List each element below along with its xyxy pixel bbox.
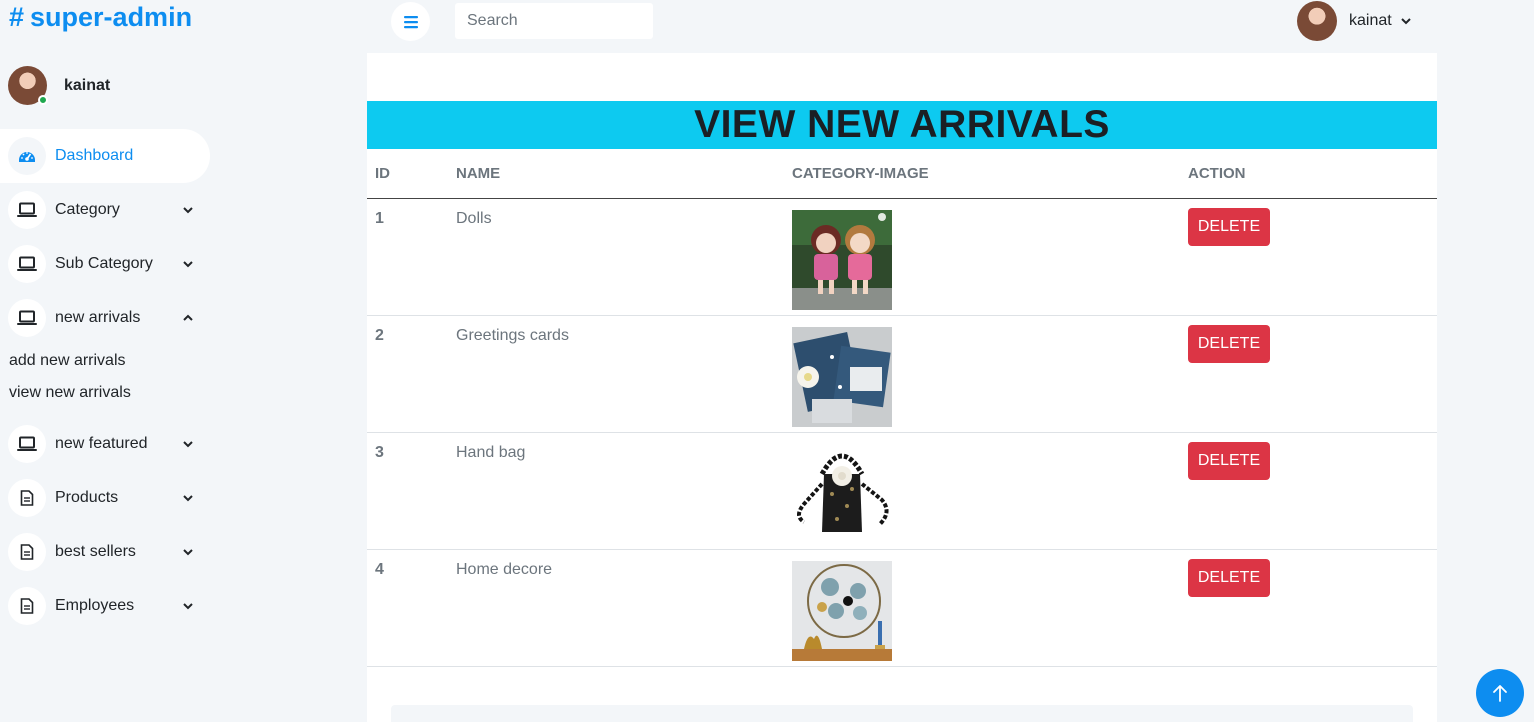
sidebar-item-products[interactable]: Products — [0, 471, 210, 525]
document-icon — [8, 479, 46, 517]
arrow-up-icon — [1493, 685, 1507, 702]
laptop-icon — [8, 191, 46, 229]
cell-action: DELETE — [1180, 432, 1437, 550]
cell-id: 3 — [367, 432, 448, 550]
chevron-down-icon — [1400, 18, 1411, 25]
back-to-top-button[interactable] — [1476, 669, 1524, 717]
online-status-dot — [38, 95, 48, 105]
cell-id: 2 — [367, 315, 448, 433]
sidebar-item-label: Sub Category — [55, 255, 153, 272]
laptop-icon — [8, 299, 46, 337]
hamburger-icon — [403, 15, 418, 28]
sidebar-item-new-arrivals[interactable]: new arrivals — [0, 291, 210, 345]
column-header-name[interactable]: NAME — [448, 149, 784, 199]
cell-name: Hand bag — [448, 432, 784, 550]
avatar — [8, 66, 48, 105]
new-arrivals-table: ID NAME CATEGORY-IMAGE ACTION 1 Dolls DE… — [367, 149, 1437, 667]
cell-id: 1 — [367, 198, 448, 316]
delete-button[interactable]: DELETE — [1188, 324, 1270, 363]
user-menu-name: kainat — [1349, 12, 1392, 29]
page-title: VIEW NEW ARRIVALS — [367, 101, 1437, 149]
sidebar-subitem-view-new-arrivals[interactable]: view new arrivals — [9, 377, 234, 409]
brand-logo[interactable]: # super-admin — [9, 2, 192, 33]
delete-button[interactable]: DELETE — [1188, 207, 1270, 246]
sidebar-item-new-featured[interactable]: new featured — [0, 417, 210, 471]
column-header-category-image[interactable]: CATEGORY-IMAGE — [784, 149, 1180, 199]
sidebar-item-label: new arrivals — [55, 309, 141, 326]
laptop-icon — [8, 425, 46, 463]
chevron-down-icon — [183, 495, 193, 502]
sidebar-subitem-add-new-arrivals[interactable]: add new arrivals — [9, 345, 234, 377]
sidebar-item-label: Dashboard — [55, 147, 134, 164]
cell-action: DELETE — [1180, 198, 1437, 316]
wall-decor-photo — [792, 560, 892, 661]
chevron-down-icon — [183, 207, 193, 214]
search-input[interactable] — [455, 3, 653, 39]
brand-name: super-admin — [30, 2, 193, 32]
sidebar-subnav-new-arrivals: add new arrivals view new arrivals — [0, 345, 234, 417]
sidebar-item-label: Employees — [55, 597, 135, 614]
table-row: 4 Home decore DELETE — [367, 549, 1437, 667]
sidebar-item-sub-category[interactable]: Sub Category — [0, 237, 210, 291]
cell-name: Home decore — [448, 549, 784, 667]
footer-bar — [391, 705, 1413, 722]
cell-image — [784, 549, 1180, 667]
user-menu[interactable]: kainat — [1297, 1, 1412, 41]
menu-toggle-button[interactable] — [391, 2, 430, 41]
column-header-id[interactable]: ID — [367, 149, 448, 199]
table-row: 2 Greetings cards DELETE — [367, 315, 1437, 433]
cell-name: Greetings cards — [448, 315, 784, 433]
avatar — [1297, 1, 1337, 41]
sidebar-user-name: kainat — [64, 76, 111, 94]
chevron-down-icon — [183, 261, 193, 268]
sidebar: # super-admin kainat Dashboard Category … — [0, 0, 234, 722]
chevron-up-icon — [183, 314, 193, 321]
dolls-photo — [792, 209, 892, 310]
sidebar-item-dashboard[interactable]: Dashboard — [0, 129, 210, 183]
sidebar-item-label: Products — [55, 489, 119, 506]
sidebar-item-employees[interactable]: Employees — [0, 579, 210, 633]
sidebar-item-label: new featured — [55, 435, 148, 452]
document-icon — [8, 587, 46, 625]
table-header-row: ID NAME CATEGORY-IMAGE ACTION — [367, 149, 1437, 199]
cell-action: DELETE — [1180, 549, 1437, 667]
delete-button[interactable]: DELETE — [1188, 558, 1270, 597]
sidebar-item-best-sellers[interactable]: best sellers — [0, 525, 210, 579]
hash-icon: # — [9, 2, 25, 32]
cell-action: DELETE — [1180, 315, 1437, 433]
cell-id: 4 — [367, 549, 448, 667]
table-row: 1 Dolls DELETE — [367, 198, 1437, 316]
cell-name: Dolls — [448, 198, 784, 316]
table-row: 3 Hand bag DELETE — [367, 432, 1437, 550]
greeting-cards-photo — [792, 326, 892, 427]
column-header-action[interactable]: ACTION — [1180, 149, 1437, 199]
main-content: VIEW NEW ARRIVALS ID NAME CATEGORY-IMAGE… — [367, 53, 1437, 722]
sidebar-item-label: Category — [55, 201, 120, 218]
cell-image — [784, 198, 1180, 316]
speedometer-icon — [8, 137, 46, 175]
chevron-down-icon — [183, 549, 193, 556]
cell-image — [784, 432, 1180, 550]
sidebar-nav: Dashboard Category Sub Category new arri… — [0, 129, 234, 633]
sidebar-user: kainat — [8, 66, 110, 105]
beaded-handbag-photo — [792, 443, 892, 544]
topbar: kainat — [367, 0, 1437, 53]
delete-button[interactable]: DELETE — [1188, 441, 1270, 480]
sidebar-item-category[interactable]: Category — [0, 183, 210, 237]
cell-image — [784, 315, 1180, 433]
sidebar-item-label: best sellers — [55, 543, 136, 560]
chevron-down-icon — [183, 441, 193, 448]
laptop-icon — [8, 245, 46, 283]
chevron-down-icon — [183, 603, 193, 610]
document-icon — [8, 533, 46, 571]
